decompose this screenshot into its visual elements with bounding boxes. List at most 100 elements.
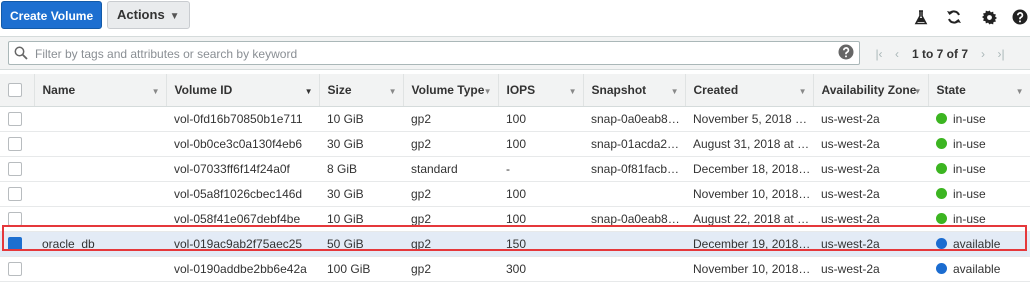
sort-icon: ▼: [388, 87, 397, 96]
cell-type: gp2: [403, 206, 498, 232]
actions-button[interactable]: Actions ▼: [107, 1, 190, 29]
state-label: in-use: [953, 212, 986, 226]
cell-name: [34, 106, 166, 132]
row-checkbox-cell[interactable]: [0, 206, 34, 232]
cell-created: December 18, 2018…: [685, 156, 813, 182]
cell-snapshot: [583, 231, 685, 257]
help-icon[interactable]: [1012, 9, 1028, 25]
cell-volume-id: vol-05a8f1026cbec146d: [166, 181, 319, 207]
row-checkbox[interactable]: [8, 137, 22, 152]
cell-az: us-west-2a: [813, 256, 928, 282]
cell-state: in-use: [928, 131, 1030, 157]
cell-volume-id: vol-058f41e067debf4be: [166, 206, 319, 232]
volumes-table: Name ▼ Volume ID ▼ Size ▼ Volume Type ▼ IOPS…: [0, 74, 1030, 282]
column-header-created[interactable]: Created ▼: [685, 74, 814, 107]
table-row[interactable]: oracle_db vol-019ac9ab2f75aec25 50 GiB gp2 1…: [0, 231, 1030, 257]
row-checkbox[interactable]: [8, 162, 22, 177]
row-checkbox[interactable]: [8, 262, 22, 277]
cell-name: oracle_db: [34, 231, 166, 257]
search-input[interactable]: [33, 42, 837, 66]
table-row[interactable]: vol-05a8f1026cbec146d 30 GiB gp2 100 Novembe…: [0, 181, 1030, 207]
cell-az: us-west-2a: [813, 156, 928, 182]
sort-icon: ▼: [913, 87, 922, 96]
pagination: |‹ ‹ 1 to 7 of 7 › ›|: [870, 45, 1010, 63]
last-page-icon[interactable]: ›|: [992, 47, 1010, 61]
cell-state: available: [928, 256, 1030, 282]
table-row[interactable]: vol-07033ff6f14f24a0f 8 GiB standard - snap-…: [0, 156, 1030, 182]
cell-size: 100 GiB: [319, 256, 403, 282]
column-header-state[interactable]: State ▼: [928, 74, 1030, 107]
sort-icon: ▼: [1015, 87, 1024, 96]
refresh-icon[interactable]: [946, 9, 962, 25]
cell-type: gp2: [403, 181, 498, 207]
cell-snapshot: snap-01acda2…: [583, 131, 685, 157]
toolbar: Create Volume Actions ▼: [0, 0, 1030, 32]
row-checkbox-cell[interactable]: [0, 131, 34, 157]
column-header-iops[interactable]: IOPS ▼: [498, 74, 584, 107]
sort-icon: ▼: [483, 87, 492, 96]
cell-az: us-west-2a: [813, 131, 928, 157]
cell-created: August 31, 2018 at …: [685, 131, 813, 157]
pagination-text: 1 to 7 of 7: [912, 47, 969, 61]
select-all-header[interactable]: [0, 74, 35, 107]
state-label: available: [953, 262, 1001, 276]
cell-volume-id: vol-0190addbe2bb6e42a: [166, 256, 319, 282]
cell-created: December 19, 2018…: [685, 231, 813, 257]
cell-az: us-west-2a: [813, 106, 928, 132]
cell-name: [34, 206, 166, 232]
row-checkbox-cell[interactable]: [0, 106, 34, 132]
row-checkbox-cell[interactable]: [0, 256, 34, 282]
table-row[interactable]: vol-0b0ce3c0a130f4eb6 30 GiB gp2 100 snap-01…: [0, 131, 1030, 157]
cell-volume-id: vol-019ac9ab2f75aec25: [166, 231, 319, 257]
state-label: in-use: [953, 137, 986, 151]
cell-created: November 10, 2018…: [685, 256, 813, 282]
column-header-size[interactable]: Size ▼: [319, 74, 404, 107]
filter-bar: |‹ ‹ 1 to 7 of 7 › ›|: [0, 36, 1030, 70]
row-checkbox-cell[interactable]: [0, 231, 34, 257]
status-dot-icon: [936, 213, 947, 224]
create-volume-button[interactable]: Create Volume: [1, 1, 103, 29]
sort-icon: ▼: [798, 87, 807, 96]
prev-page-icon[interactable]: ‹: [888, 47, 906, 61]
filter-help-icon[interactable]: [838, 44, 854, 63]
row-checkbox[interactable]: [8, 237, 22, 252]
cell-az: us-west-2a: [813, 181, 928, 207]
cell-snapshot: [583, 181, 685, 207]
row-checkbox[interactable]: [8, 212, 22, 227]
table-row[interactable]: vol-0190addbe2bb6e42a 100 GiB gp2 300 Novemb…: [0, 256, 1030, 282]
state-label: in-use: [953, 162, 986, 176]
flask-icon[interactable]: [913, 9, 929, 25]
actions-label: Actions: [117, 7, 165, 22]
cell-size: 50 GiB: [319, 231, 403, 257]
cell-state: in-use: [928, 106, 1030, 132]
cell-created: August 22, 2018 at …: [685, 206, 813, 232]
table-row[interactable]: vol-0fd16b70850b1e711 10 GiB gp2 100 snap-0a…: [0, 106, 1030, 132]
next-page-icon[interactable]: ›: [974, 47, 992, 61]
select-all-checkbox[interactable]: [8, 83, 22, 98]
column-header-snapshot[interactable]: Snapshot ▼: [583, 74, 686, 107]
table-row[interactable]: vol-058f41e067debf4be 10 GiB gp2 100 snap-0a…: [0, 206, 1030, 232]
cell-az: us-west-2a: [813, 206, 928, 232]
search-box[interactable]: [8, 41, 860, 66]
row-checkbox[interactable]: [8, 187, 22, 202]
gear-icon[interactable]: [981, 9, 997, 25]
status-dot-icon: [936, 163, 947, 174]
cell-az: us-west-2a: [813, 231, 928, 257]
column-header-availability-zone[interactable]: Availability Zone ▼: [813, 74, 929, 107]
cell-iops: 300: [498, 256, 583, 282]
state-label: in-use: [953, 187, 986, 201]
table-body: vol-0fd16b70850b1e711 10 GiB gp2 100 snap-0a…: [0, 106, 1030, 282]
cell-type: gp2: [403, 256, 498, 282]
cell-iops: -: [498, 156, 583, 182]
cell-size: 10 GiB: [319, 106, 403, 132]
column-header-volume-id[interactable]: Volume ID ▼: [166, 74, 320, 107]
row-checkbox[interactable]: [8, 112, 22, 127]
cell-size: 8 GiB: [319, 156, 403, 182]
row-checkbox-cell[interactable]: [0, 181, 34, 207]
column-header-volume-type[interactable]: Volume Type ▼: [403, 74, 499, 107]
cell-name: [34, 181, 166, 207]
state-label: in-use: [953, 112, 986, 126]
row-checkbox-cell[interactable]: [0, 156, 34, 182]
first-page-icon[interactable]: |‹: [870, 47, 888, 61]
column-header-name[interactable]: Name ▼: [34, 74, 167, 107]
